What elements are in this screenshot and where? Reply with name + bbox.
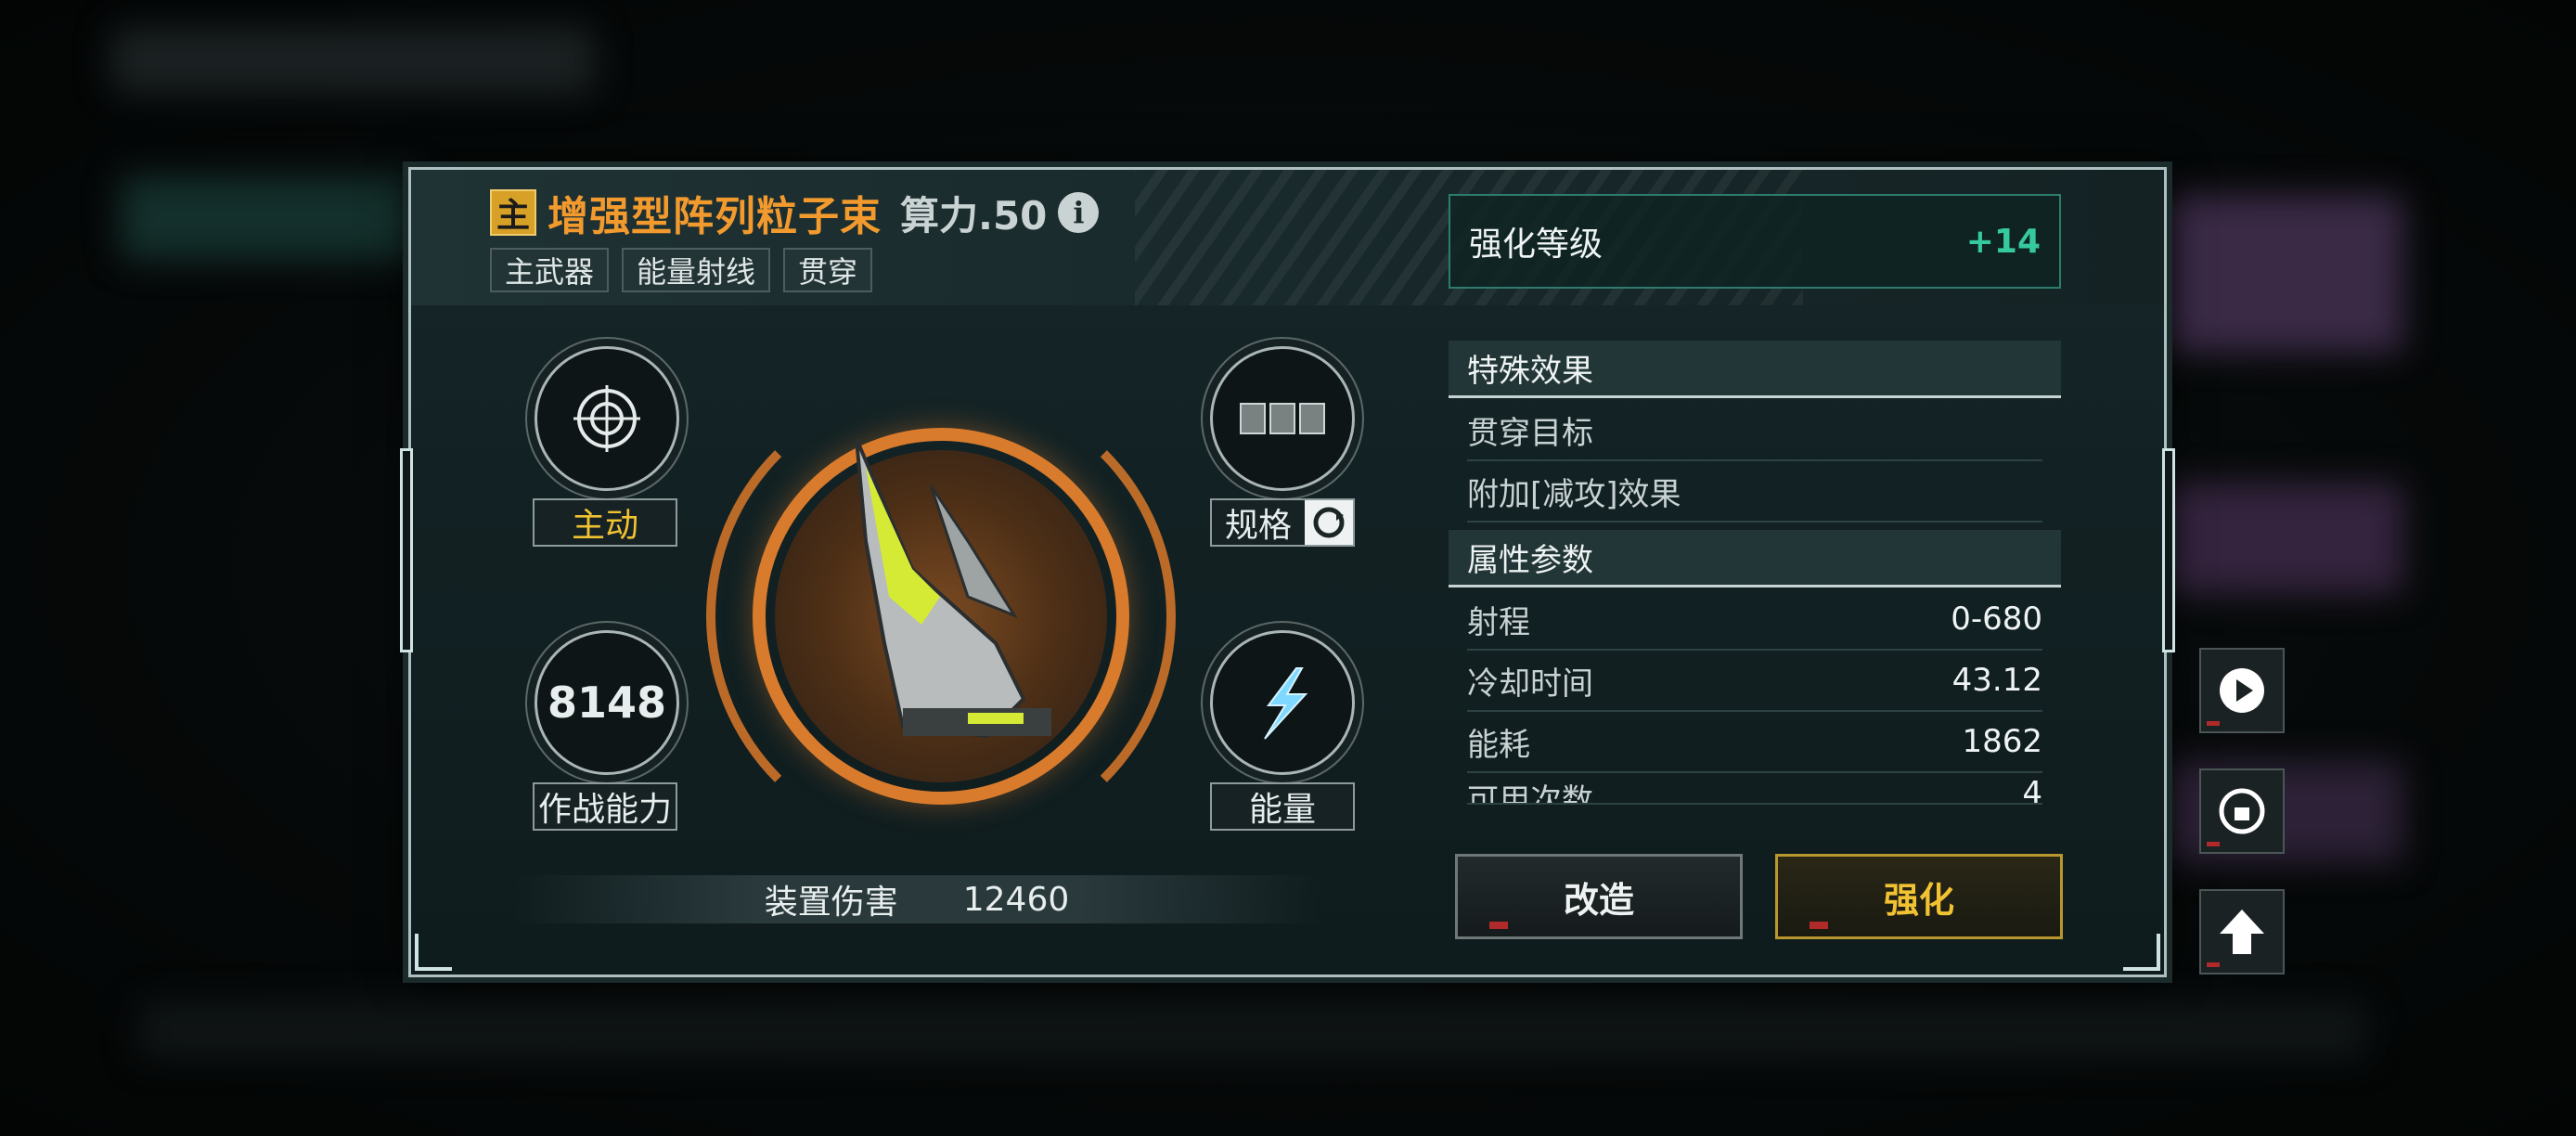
device-damage-value: 12460 [962,880,1070,919]
attribute-value: 43.12 [1951,662,2042,699]
bg-right-card-1 [2162,195,2403,353]
attribute-label: 可用次数 [1467,782,1593,805]
combat-power-value: 8148 [547,678,667,728]
enhancement-level-box: 强化等级 +14 [1449,194,2061,289]
spec-label: 规格 [1225,507,1293,545]
enhance-button[interactable]: 强化 [1775,854,2063,939]
enhancement-value: +14 [1965,222,2041,261]
attribute-value: 4 [2022,775,2042,805]
button-indicator [2207,721,2220,726]
info-icon[interactable]: i [1058,192,1100,233]
play-button[interactable] [2199,648,2285,733]
device-damage-label: 装置伤害 [764,884,898,922]
tag-pierce: 贯穿 [783,248,873,292]
modify-button[interactable]: 改造 [1455,854,1743,939]
button-indicator [1489,922,1508,929]
special-effect-text: 贯穿目标 [1467,414,1593,452]
active-skill-slot[interactable] [535,346,679,491]
weapon-name: 增强型阵列粒子束 [547,193,882,240]
spec-slot[interactable] [1210,346,1355,491]
tag-main-weapon: 主武器 [490,248,610,292]
combat-power-label: 作战能力 [533,782,677,831]
corner-bl [415,934,452,971]
energy-slot[interactable] [1210,630,1355,775]
lightning-icon [1264,667,1308,740]
attribute-row: 射程 0-680 [1467,589,2042,651]
weapon-model [855,438,1051,739]
attribute-label: 冷却时间 [1467,665,1593,703]
button-indicator [2207,962,2220,967]
weapon-detail-panel: 主 增强型阵列粒子束 算力.50 i 主武器 能量射线 贯穿 主动 规格 814… [400,167,2175,977]
combat-power-circle: 8148 [535,630,679,775]
upgrade-button[interactable] [2199,889,2285,975]
bg-left-panel [121,176,427,260]
special-effect-text: 附加[减攻]效果 [1467,475,1681,513]
attribute-label: 射程 [1467,603,1530,641]
spec-label-box[interactable]: 规格 [1210,498,1355,547]
refresh-icon[interactable] [1305,500,1353,545]
special-effect-item: 附加[减攻]效果 [1467,461,2042,523]
active-label: 主动 [533,498,677,547]
bg-right-card-2 [2162,483,2403,594]
target-icon [573,385,640,452]
button-indicator [1810,922,1828,929]
weapon-title-row: 主 增强型阵列粒子束 算力.50 i [490,185,1100,240]
attribute-row: 可用次数 4 [1467,773,2042,805]
slots-icon [1240,403,1325,434]
modify-button-label: 改造 [1563,879,1634,921]
device-damage-bar: 装置伤害 12460 [513,875,1320,923]
attribute-row: 能耗 1862 [1467,712,2042,773]
left-side-bar [400,448,413,652]
enhancement-label: 强化等级 [1469,226,1604,264]
attribute-row: 冷却时间 43.12 [1467,651,2042,712]
corner-br [2123,934,2160,971]
game-screen: 主 增强型阵列粒子束 算力.50 i 主武器 能量射线 贯穿 主动 规格 814… [0,0,2576,1136]
play-icon [2220,668,2264,713]
attribute-value: 1862 [1962,723,2042,760]
weapon-tags: 主武器 能量射线 贯穿 [490,248,873,292]
tag-energy-ray: 能量射线 [622,248,771,292]
swap-icon [2219,788,2265,834]
button-indicator [2207,842,2220,846]
enhance-button-label: 强化 [1883,879,1954,921]
swap-button[interactable] [2199,768,2285,854]
attribute-value: 0-680 [1951,600,2042,638]
attribute-label: 能耗 [1467,726,1530,764]
compute-power: 算力.50 [900,192,1048,239]
special-effects-header: 特殊效果 [1449,341,2061,398]
bg-bottom-bar [139,1002,2366,1058]
main-weapon-badge: 主 [490,189,536,236]
special-effect-item: 贯穿目标 [1467,400,2042,461]
bg-top-bar [111,28,594,93]
energy-label: 能量 [1210,782,1355,831]
right-side-bar [2162,448,2175,652]
up-arrow-icon [2220,910,2264,954]
attributes-header: 属性参数 [1449,530,2061,587]
